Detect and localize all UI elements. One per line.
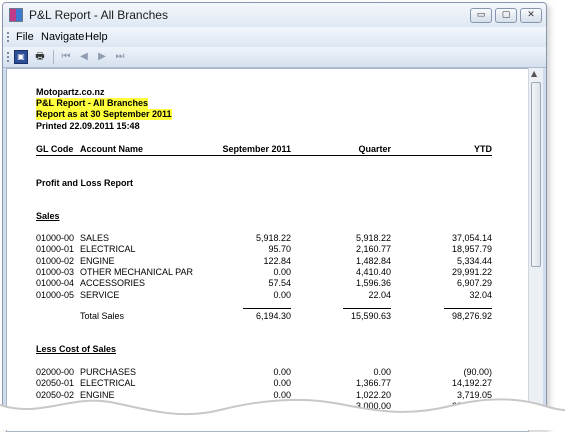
torn-edge [0,398,565,430]
